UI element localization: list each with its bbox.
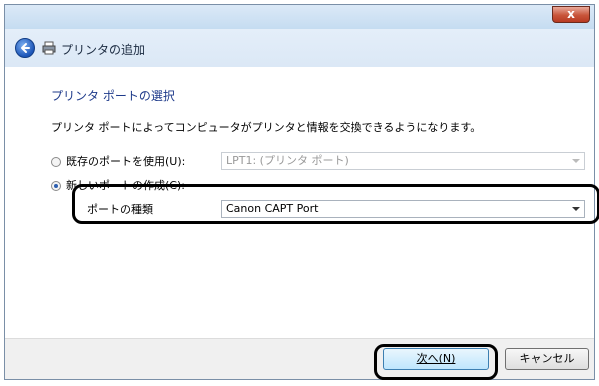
new-port-radio[interactable] (51, 181, 61, 191)
chevron-down-icon (572, 159, 580, 163)
port-type-select[interactable]: Canon CAPT Port (221, 200, 585, 218)
wizard-footer: 次へ(N) キャンセル (5, 338, 594, 379)
back-button[interactable] (15, 38, 35, 58)
port-type-value: Canon CAPT Port (226, 202, 319, 215)
new-port-label: 新しいポートの作成(C): (66, 179, 185, 192)
title-bar: x (5, 5, 594, 29)
back-arrow-icon (21, 43, 30, 53)
existing-port-value: LPT1: (プリンタ ポート) (226, 154, 349, 167)
wizard-header: プリンタの追加 (5, 29, 594, 67)
existing-port-radio[interactable] (51, 157, 61, 167)
cancel-button[interactable]: キャンセル (505, 348, 589, 370)
existing-port-option[interactable]: 既存のポートを使用(U): (51, 153, 185, 169)
add-printer-window: x プリンタの追加 プリンタ ポートの選択 プリンタ ポートによってコンピュータ… (4, 4, 595, 380)
wizard-content: プリンタ ポートの選択 プリンタ ポートによってコンピュータがプリンタと情報を交… (5, 67, 594, 339)
description-text: プリンタ ポートによってコンピュータがプリンタと情報を交換できるようになります。 (51, 121, 482, 134)
cancel-button-label: キャンセル (519, 352, 575, 365)
close-icon: x (567, 7, 575, 21)
existing-port-label: 既存のポートを使用(U): (66, 155, 186, 168)
port-type-label: ポートの種類 (87, 203, 153, 216)
printer-icon (42, 41, 56, 55)
chevron-down-icon (572, 207, 580, 211)
next-button[interactable]: 次へ(N) (383, 348, 489, 370)
window-title: プリンタの追加 (61, 43, 146, 57)
next-button-label: 次へ(N) (416, 352, 456, 365)
close-button[interactable]: x (552, 6, 590, 23)
existing-port-select: LPT1: (プリンタ ポート) (221, 152, 585, 170)
new-port-option[interactable]: 新しいポートの作成(C): (51, 177, 185, 193)
section-title: プリンタ ポートの選択 (51, 89, 175, 103)
